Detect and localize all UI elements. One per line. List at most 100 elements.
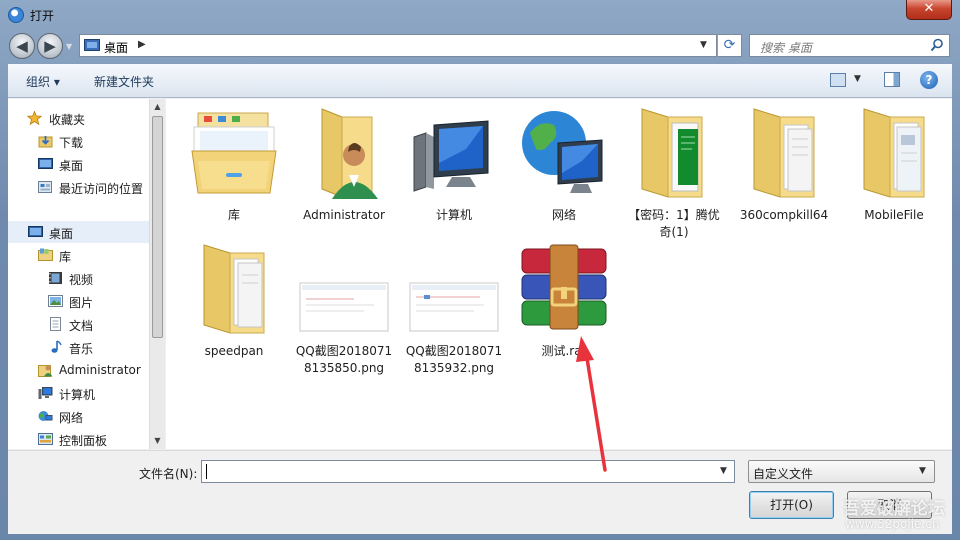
change-view-icon[interactable] — [830, 73, 846, 87]
library-icon — [38, 248, 53, 261]
file-item-360compkill64[interactable]: 360compkill64 — [734, 103, 834, 233]
folder-icon — [203, 244, 265, 334]
sidebar-item-downloads[interactable]: 下载 — [8, 130, 149, 152]
text-caret — [206, 464, 207, 479]
sidebar-item-control-panel[interactable]: 控制面板 — [8, 428, 149, 450]
video-icon — [49, 272, 62, 284]
sidebar-item-label: 音乐 — [69, 342, 94, 356]
folder-icon — [641, 108, 703, 198]
file-item-mobilefile[interactable]: MobileFile — [844, 103, 944, 233]
navigation-pane: 收藏夹 下载 桌面 最近访问的位置 桌面 库 视频 图片 文档 音乐 Admin… — [8, 99, 165, 449]
sidebar-item-administrator[interactable]: Administrator — [8, 359, 149, 381]
sidebar-item-documents[interactable]: 文档 — [8, 313, 149, 335]
file-item-name: QQ截图20180718135850.png — [295, 344, 393, 375]
image-thumbnail-icon — [299, 282, 389, 332]
file-item-test-rar[interactable]: 测试.rar — [514, 239, 614, 369]
sidebar-item-label: 网络 — [59, 411, 84, 425]
sidebar-item-label: 控制面板 — [59, 434, 108, 448]
file-item-name: 计算机 — [435, 208, 472, 222]
file-item-name: 测试.rar — [541, 344, 587, 358]
file-item-libraries[interactable]: 库 — [184, 103, 284, 233]
file-item-qq-screenshot-1[interactable]: QQ截图20180718135850.png — [294, 239, 394, 389]
command-toolbar: 组织 ▾ 新建文件夹 ▼ ? — [8, 64, 952, 98]
search-placeholder: 搜索 桌面 — [760, 41, 812, 55]
sidebar-item-label: 图片 — [69, 296, 94, 310]
file-item-name: 【密码：1】腾优奇(1) — [628, 208, 720, 239]
file-item-qq-screenshot-2[interactable]: QQ截图20180718135932.png — [404, 239, 504, 389]
filename-label: 文件名(N): — [139, 467, 198, 481]
file-item-network[interactable]: 网络 — [514, 103, 614, 233]
dialog-window: 打开 ✕ ◀ ▶ ▼ 桌面 ▶ ▼ ⟳ 搜索 桌面 组织 ▾ 新建文件夹 ▼ ?… — [0, 0, 960, 540]
sidebar-item-libraries[interactable]: 库 — [8, 244, 149, 266]
file-item-name: 库 — [227, 208, 240, 222]
file-item-name: QQ截图20180718135932.png — [405, 344, 503, 375]
forward-button[interactable]: ▶ — [37, 33, 63, 59]
desktop-icon — [28, 226, 43, 237]
scroll-up-icon[interactable]: ▲ — [150, 99, 165, 115]
file-item-speedpan[interactable]: speedpan — [184, 239, 284, 369]
sidebar-item-favorites[interactable]: 收藏夹 — [8, 107, 149, 129]
sidebar-item-label: 最近访问的位置 — [59, 182, 144, 196]
address-text[interactable]: 桌面 — [104, 39, 128, 56]
sidebar-item-desktop-root[interactable]: 桌面 — [8, 221, 149, 243]
pictures-icon — [48, 295, 63, 307]
organize-button[interactable]: 组织 ▾ — [26, 73, 60, 90]
user-folder-icon — [38, 365, 53, 377]
sidebar-item-desktop[interactable]: 桌面 — [8, 153, 149, 175]
watermark-url: www.52pojie.cn — [845, 517, 940, 531]
address-bar[interactable]: 桌面 ▶ ▼ — [79, 34, 717, 57]
search-box[interactable]: 搜索 桌面 — [749, 34, 950, 57]
sidebar-scrollbar[interactable]: ▲ ▼ — [149, 99, 165, 449]
sidebar-item-label: 库 — [59, 250, 72, 264]
star-icon — [27, 111, 42, 125]
filename-dropdown-icon[interactable]: ▼ — [720, 466, 727, 476]
file-list-view: 库 Administrator 计算机 网络 【密码：1】腾优奇(1) 360c… — [166, 99, 952, 449]
filename-input[interactable]: ▼ — [201, 460, 735, 483]
sidebar-item-pictures[interactable]: 图片 — [8, 290, 149, 312]
close-button[interactable]: ✕ — [906, 0, 952, 20]
sidebar-item-music[interactable]: 音乐 — [8, 336, 149, 358]
sidebar-item-videos[interactable]: 视频 — [8, 267, 149, 289]
network-icon — [522, 111, 603, 193]
image-thumbnail-icon — [409, 282, 499, 332]
file-item-password-folder[interactable]: 【密码：1】腾优奇(1) — [624, 103, 724, 239]
sidebar-item-label: 桌面 — [49, 227, 74, 241]
music-icon — [51, 340, 62, 353]
recent-pages-dropdown[interactable]: ▼ — [66, 42, 72, 51]
sidebar-item-computer[interactable]: 计算机 — [8, 382, 149, 404]
refresh-button[interactable]: ⟳ — [718, 34, 742, 57]
filetype-select[interactable]: 自定义文件 ▼ — [748, 460, 935, 483]
user-folder-icon — [321, 108, 378, 199]
sidebar-item-label: 计算机 — [59, 388, 96, 402]
view-options-dropdown-icon[interactable]: ▼ — [854, 74, 861, 84]
sidebar-item-recent-places[interactable]: 最近访问的位置 — [8, 176, 149, 198]
filetype-value: 自定义文件 — [753, 467, 814, 481]
new-folder-button[interactable]: 新建文件夹 — [94, 73, 154, 90]
file-item-name: Administrator — [303, 208, 385, 222]
sidebar-item-network[interactable]: 网络 — [8, 405, 149, 427]
help-button[interactable]: ? — [920, 71, 938, 89]
filetype-dropdown-icon[interactable]: ▼ — [919, 466, 926, 476]
file-item-name: MobileFile — [864, 208, 924, 222]
file-item-administrator[interactable]: Administrator — [294, 103, 394, 233]
sidebar-item-label: 收藏夹 — [49, 113, 86, 127]
file-item-computer[interactable]: 计算机 — [404, 103, 504, 233]
window-title: 打开 — [30, 9, 55, 23]
navigation-bar: ◀ ▶ ▼ 桌面 ▶ ▼ ⟳ 搜索 桌面 — [0, 30, 960, 62]
scroll-down-icon[interactable]: ▼ — [150, 433, 165, 449]
preview-pane-icon[interactable] — [884, 72, 900, 87]
scrollbar-thumb[interactable] — [152, 116, 163, 338]
desktop-icon — [38, 158, 53, 169]
title-bar[interactable]: 打开 ✕ — [0, 0, 960, 30]
app-icon — [8, 7, 24, 23]
back-button[interactable]: ◀ — [9, 33, 35, 59]
search-icon[interactable] — [930, 38, 944, 52]
address-dropdown-icon[interactable]: ▼ — [700, 40, 707, 50]
computer-icon — [38, 387, 53, 399]
control-panel-icon — [38, 433, 53, 445]
sidebar-item-label: 桌面 — [59, 159, 84, 173]
open-button[interactable]: 打开(O) — [749, 491, 834, 519]
breadcrumb-separator-icon[interactable]: ▶ — [138, 39, 146, 50]
sidebar-item-label: 视频 — [69, 273, 94, 287]
file-item-name: speedpan — [204, 344, 264, 358]
